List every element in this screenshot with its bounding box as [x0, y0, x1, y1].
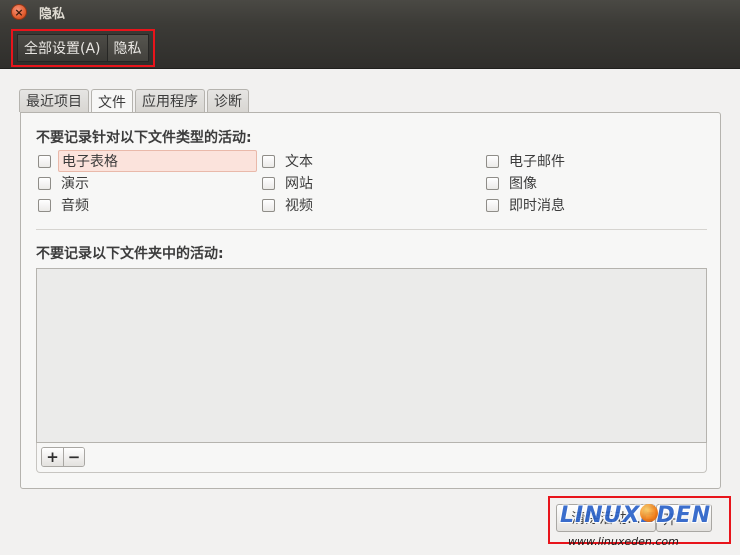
tab-recent-items[interactable]: 最近项目: [19, 89, 89, 112]
checkbox-label: 视频: [285, 198, 313, 214]
checkbox-box[interactable]: [486, 176, 499, 190]
files-panel: 不要记录针对以下文件类型的活动: 电子表格 文本 电子邮件 演示 网站 图像 音…: [20, 112, 721, 489]
checkbox-label: 网站: [285, 176, 313, 192]
all-settings-button[interactable]: 全部设置(A): [17, 34, 108, 62]
breadcrumb-privacy[interactable]: 隐私: [107, 34, 149, 62]
checkbox-spreadsheet[interactable]: 电子表格: [38, 150, 257, 172]
checkbox-box[interactable]: [38, 176, 51, 190]
checkbox-presentation[interactable]: 演示: [38, 173, 92, 193]
checkbox-box[interactable]: [38, 154, 51, 168]
checkbox-image[interactable]: 图像: [486, 173, 540, 193]
toolbar: 全部设置(A) 隐私: [0, 24, 740, 69]
checkbox-box[interactable]: [486, 198, 499, 212]
checkbox-instant-messages[interactable]: 即时消息: [486, 195, 568, 215]
checkbox-video[interactable]: 视频: [262, 195, 316, 215]
checkbox-box[interactable]: [262, 198, 275, 212]
tab-applications[interactable]: 应用程序: [135, 89, 205, 112]
highlight-box: [548, 496, 731, 544]
folder-list-toolbar: + −: [36, 443, 707, 473]
checkbox-website[interactable]: 网站: [262, 173, 316, 193]
folders-heading: 不要记录以下文件夹中的活动:: [36, 246, 224, 262]
tab-files[interactable]: 文件: [91, 89, 133, 113]
checkbox-box[interactable]: [38, 198, 51, 212]
window-title: 隐私: [39, 6, 66, 22]
checkbox-label: 即时消息: [509, 198, 565, 214]
checkbox-label: 音频: [61, 198, 89, 214]
checkbox-box[interactable]: [262, 154, 275, 168]
checkbox-label: 电子表格: [58, 150, 257, 172]
breadcrumb: 全部设置(A) 隐私: [11, 29, 155, 67]
checkbox-label: 演示: [61, 176, 89, 192]
plus-icon[interactable]: +: [42, 448, 63, 466]
file-types-heading: 不要记录针对以下文件类型的活动:: [36, 130, 252, 146]
checkbox-label: 图像: [509, 176, 537, 192]
checkbox-box[interactable]: [486, 154, 499, 168]
title-bar: × 隐私: [0, 0, 740, 24]
tab-bar: 最近项目 文件 应用程序 诊断: [19, 89, 251, 113]
section-divider: [36, 229, 707, 230]
add-remove-group: + −: [41, 447, 85, 467]
minus-icon[interactable]: −: [63, 448, 84, 466]
checkbox-text[interactable]: 文本: [262, 151, 316, 171]
checkbox-label: 文本: [285, 154, 313, 170]
checkbox-label: 电子邮件: [509, 154, 565, 170]
checkbox-audio[interactable]: 音频: [38, 195, 92, 215]
close-icon[interactable]: ×: [11, 4, 27, 20]
checkbox-box[interactable]: [262, 176, 275, 190]
tab-diagnostics[interactable]: 诊断: [207, 89, 249, 112]
checkbox-email[interactable]: 电子邮件: [486, 151, 568, 171]
excluded-folders-list[interactable]: [36, 268, 707, 443]
